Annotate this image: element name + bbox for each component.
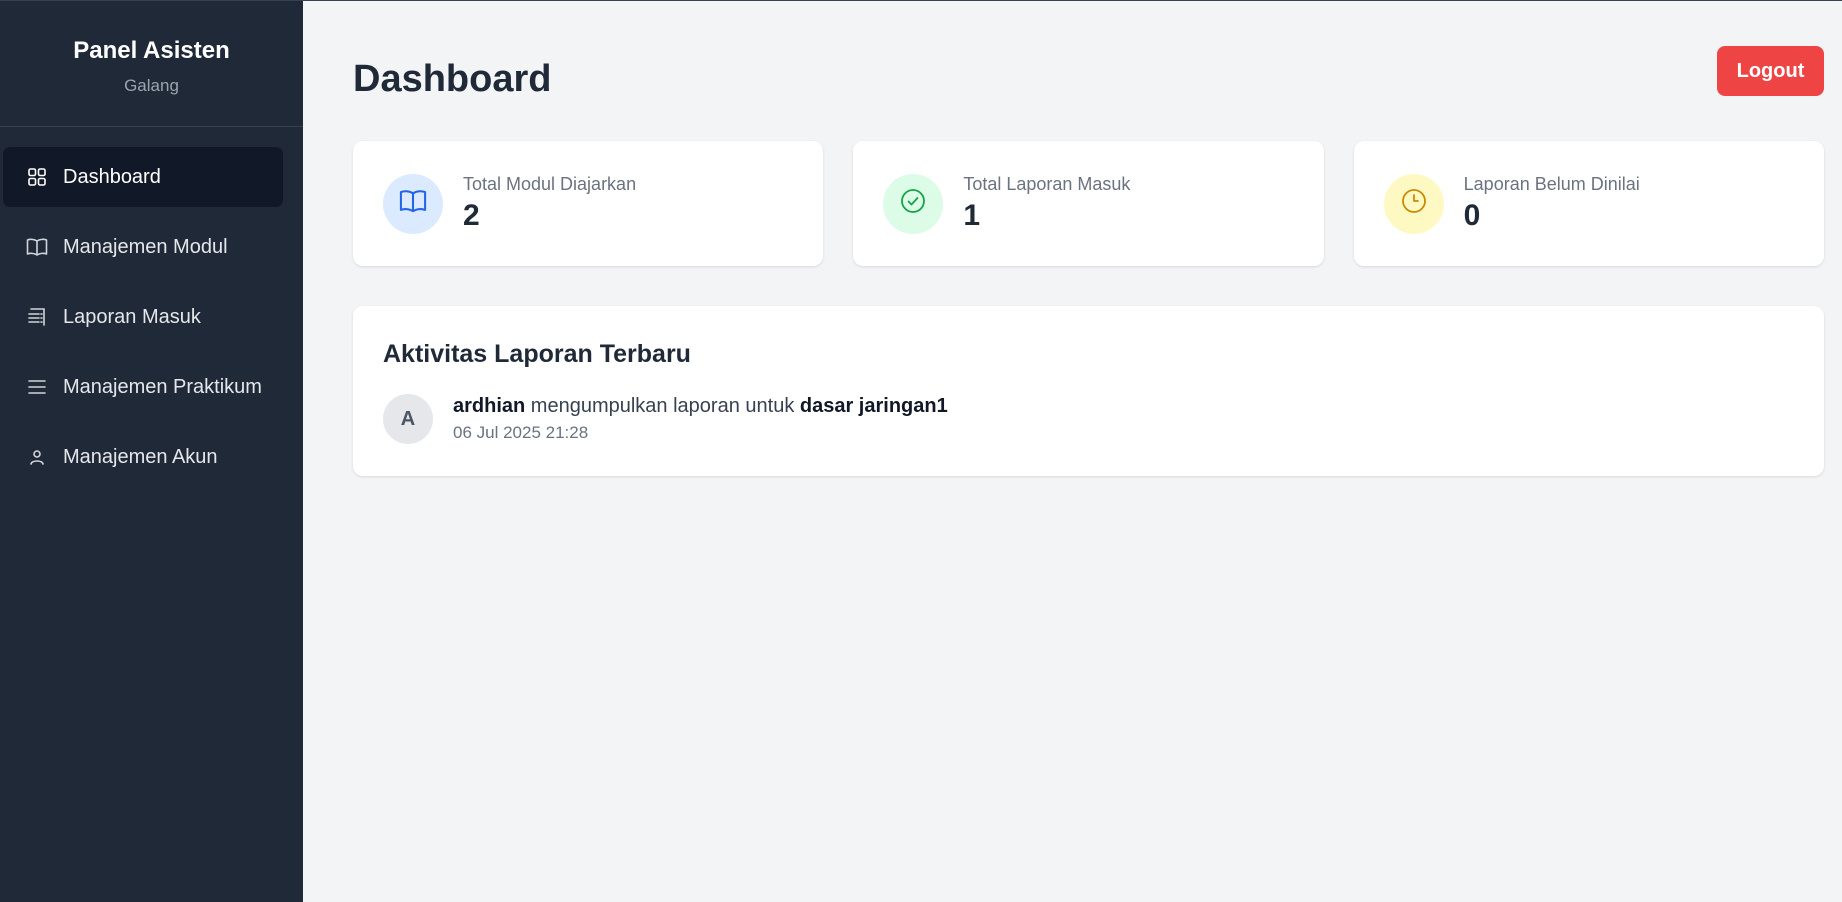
- stat-value: 2: [463, 199, 480, 232]
- book-icon: [399, 188, 427, 219]
- list-item: A ardhian mengumpulkan laporan untuk das…: [383, 394, 1794, 444]
- stat-card-total-modul: Total Modul Diajarkan 2: [353, 141, 824, 266]
- stat-icon-bg: [883, 173, 944, 234]
- clock-icon: [1401, 188, 1427, 219]
- activity-target: dasar jaringan1: [799, 395, 948, 417]
- stat-icon-bg: [1383, 173, 1444, 234]
- stat-label: Laporan Belum Dinilai: [1463, 174, 1640, 194]
- page-title: Dashboard: [353, 57, 552, 100]
- logout-button[interactable]: Logout: [1717, 46, 1824, 96]
- sidebar-item-label: Manajemen Praktikum: [63, 375, 262, 398]
- activity-card: Aktivitas Laporan Terbaru A ardhian meng…: [353, 306, 1824, 476]
- sidebar-item-manajemen-praktikum[interactable]: Manajemen Praktikum: [3, 357, 283, 417]
- user-icon: [25, 445, 49, 469]
- activity-timestamp: 06 Jul 2025 21:28: [453, 423, 589, 442]
- stat-card-total-laporan: Total Laporan Masuk 1: [853, 141, 1324, 266]
- sidebar-item-label: Manajemen Modul: [63, 235, 228, 258]
- menu-lines-icon: [25, 375, 49, 399]
- check-circle-icon: [900, 188, 926, 219]
- grid-icon: [25, 165, 49, 189]
- sidebar-item-dashboard[interactable]: Dashboard: [3, 147, 283, 207]
- sidebar-item-laporan-masuk[interactable]: Laporan Masuk: [3, 287, 283, 347]
- stat-label: Total Modul Diajarkan: [463, 174, 637, 194]
- sidebar-header: Panel Asisten Galang: [0, 1, 303, 127]
- activity-title: Aktivitas Laporan Terbaru: [383, 340, 691, 368]
- app-root: Panel Asisten Galang Dashboard Manajemen…: [0, 0, 1842, 902]
- sidebar: Panel Asisten Galang Dashboard Manajemen…: [0, 1, 303, 902]
- sidebar-item-label: Dashboard: [63, 165, 161, 188]
- sidebar-item-manajemen-akun[interactable]: Manajemen Akun: [3, 427, 283, 487]
- sidebar-title: Panel Asisten: [73, 37, 230, 64]
- avatar: A: [383, 394, 433, 444]
- sidebar-item-manajemen-modul[interactable]: Manajemen Modul: [3, 217, 283, 277]
- stat-value: 0: [1463, 199, 1481, 232]
- sidebar-item-label: Manajemen Akun: [63, 445, 218, 468]
- stat-icon-bg: [383, 173, 443, 234]
- main-content: Dashboard Logout Total Modul Diajarkan 2: [303, 1, 1842, 902]
- sidebar-item-label: Laporan Masuk: [63, 305, 201, 328]
- stats-row: Total Modul Diajarkan 2 Total Laporan Ma…: [353, 141, 1824, 266]
- activity-action: mengumpulkan laporan untuk: [525, 395, 800, 417]
- stat-card-belum-dinilai: Laporan Belum Dinilai 0: [1353, 141, 1824, 266]
- activity-user: ardhian: [453, 395, 526, 417]
- sidebar-username: Galang: [124, 76, 179, 95]
- stat-value: 1: [963, 199, 981, 232]
- sidebar-nav: Dashboard Manajemen Modul Laporan Masuk …: [0, 127, 303, 487]
- stat-label: Total Laporan Masuk: [963, 174, 1131, 194]
- activity-text: ardhian mengumpulkan laporan untuk dasar…: [453, 395, 948, 418]
- topbar: Dashboard Logout: [353, 1, 1824, 141]
- report-list-icon: [25, 305, 49, 329]
- book-icon: [25, 235, 49, 259]
